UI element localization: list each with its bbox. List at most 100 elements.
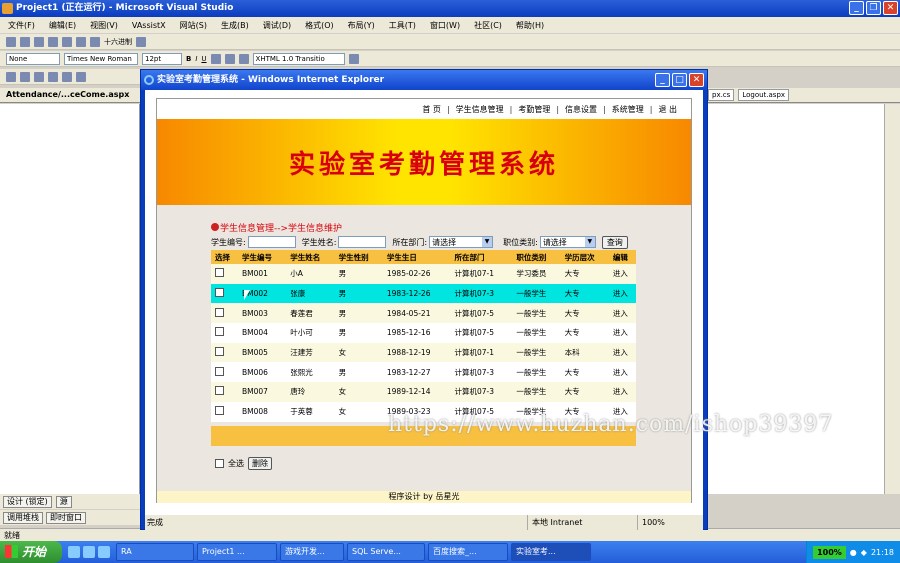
desktop-icon[interactable]	[83, 546, 95, 558]
task-game-dev[interactable]: 游戏开发...	[280, 543, 344, 561]
task-baidu[interactable]: 百度搜索_...	[428, 543, 508, 561]
menu-layout[interactable]: 布局(Y)	[348, 20, 375, 31]
source-tab[interactable]: 源	[55, 495, 72, 508]
tab-cs-file[interactable]: px.cs	[708, 89, 735, 101]
underline-icon[interactable]: U	[201, 55, 206, 63]
nav-settings[interactable]: 信息设置	[565, 104, 597, 115]
breakpoint-icon[interactable]	[136, 36, 146, 47]
edit-link[interactable]: 进入	[608, 362, 636, 383]
doctype-combo[interactable]: XHTML 1.0 Transitio	[252, 52, 345, 65]
row-checkbox[interactable]	[215, 268, 224, 278]
task-project1[interactable]: Project1 ...	[197, 543, 277, 561]
ie-minimize-button[interactable]: _	[655, 73, 670, 87]
zoom-level[interactable]: 100%	[637, 515, 669, 530]
edit-link[interactable]: 进入	[608, 342, 636, 363]
table-row[interactable]: BM003 春莲君男 1984-05-21 计算机07-5 一般学生 大专 进入	[211, 303, 636, 324]
menu-community[interactable]: 社区(C)	[474, 20, 502, 31]
new-project-icon[interactable]	[6, 71, 16, 82]
start-button[interactable]: 开始	[0, 541, 62, 563]
restore-button[interactable]: ❐	[866, 1, 881, 15]
table-row[interactable]: BM001 小A 男 1985-02-26 计算机07-1 学习委员 大专 进入	[211, 264, 636, 284]
menu-view[interactable]: 视图(V)	[90, 20, 118, 31]
row-checkbox[interactable]	[215, 366, 224, 376]
volume-icon[interactable]: ◆	[861, 548, 867, 557]
align-icon[interactable]	[224, 53, 235, 64]
menu-tools[interactable]: 工具(T)	[389, 20, 416, 31]
select-all-checkbox[interactable]	[215, 459, 224, 468]
edit-link[interactable]: 进入	[608, 382, 636, 402]
step-over-icon[interactable]	[76, 36, 86, 47]
list-icon[interactable]	[238, 53, 249, 64]
cut-icon[interactable]	[76, 71, 86, 82]
minimize-button[interactable]: _	[849, 1, 864, 15]
table-row[interactable]: BM005 汪建芳女 1988-12-19 计算机07-1 一般学生 本科 进入	[211, 342, 636, 363]
tab-logout[interactable]: Logout.aspx	[738, 89, 790, 101]
edit-link[interactable]: 进入	[608, 303, 636, 324]
step-out-icon[interactable]	[90, 36, 100, 47]
call-stack-tab[interactable]: 调用堆栈	[3, 511, 43, 524]
media-icon[interactable]	[98, 546, 110, 558]
table-row[interactable]: BM002 张康男 1983-12-26 计算机07-3 一般学生 大专 进入	[211, 283, 636, 304]
dept-select[interactable]: 请选择 ▼	[429, 236, 494, 248]
pause-icon[interactable]	[20, 36, 30, 47]
task-ie-lab[interactable]: 实验室考...	[511, 543, 591, 561]
save-all-icon[interactable]	[62, 71, 72, 82]
row-checkbox[interactable]	[215, 327, 224, 337]
immediate-window-tab[interactable]: 即时窗口	[46, 511, 86, 524]
menu-file[interactable]: 文件(F)	[8, 20, 35, 31]
validate-icon[interactable]	[348, 53, 359, 64]
design-tab[interactable]: 设计 (锁定)	[3, 495, 52, 508]
block-format-combo[interactable]: None	[6, 52, 60, 65]
menu-edit[interactable]: 编辑(E)	[49, 20, 76, 31]
save-icon[interactable]	[48, 71, 58, 82]
menu-website[interactable]: 网站(S)	[180, 20, 207, 31]
add-item-icon[interactable]	[20, 71, 30, 82]
hex-toggle[interactable]: 十六进制	[104, 37, 132, 47]
ie-close-button[interactable]: ✕	[689, 73, 704, 87]
nav-attendance[interactable]: 考勤管理	[518, 104, 550, 115]
font-color-icon[interactable]	[210, 53, 221, 64]
code-editor[interactable]	[0, 104, 140, 494]
step-into-icon[interactable]	[62, 36, 72, 47]
row-checkbox[interactable]	[215, 307, 224, 317]
row-checkbox[interactable]	[215, 288, 224, 298]
menu-build[interactable]: 生成(B)	[221, 20, 249, 31]
restart-icon[interactable]	[48, 36, 58, 47]
ie-maximize-button[interactable]: □	[672, 73, 687, 87]
row-checkbox[interactable]	[215, 406, 224, 416]
edit-link[interactable]: 进入	[608, 283, 636, 304]
network-icon[interactable]: ●	[850, 548, 857, 557]
table-row[interactable]: BM004 叶小可男 1985-12-16 计算机07-5 一般学生 大专 进入	[211, 323, 636, 343]
battery-indicator[interactable]: 100%	[813, 545, 846, 559]
nav-student-info[interactable]: 学生信息管理	[456, 104, 504, 115]
position-select[interactable]: 请选择 ▼	[539, 236, 596, 248]
menu-format[interactable]: 格式(O)	[305, 20, 334, 31]
table-row[interactable]: BM007 唐玲女 1989-12-14 计算机07-3 一般学生 大专 进入	[211, 382, 636, 402]
close-button[interactable]: ✕	[883, 1, 898, 15]
row-checkbox[interactable]	[215, 386, 224, 396]
menu-vassistx[interactable]: VAssistX	[132, 21, 166, 30]
table-row[interactable]: BM006 张熙光男 1983-12-27 计算机07-3 一般学生 大专 进入	[211, 362, 636, 383]
query-button[interactable]: 查询	[601, 235, 628, 249]
menu-help[interactable]: 帮助(H)	[516, 20, 544, 31]
edit-link[interactable]: 进入	[608, 323, 636, 343]
font-name-combo[interactable]: Times New Roman	[64, 52, 138, 65]
font-size-combo[interactable]: 12pt	[142, 52, 182, 65]
nav-home[interactable]: 首 页	[422, 104, 441, 115]
italic-icon[interactable]: I	[195, 55, 197, 63]
task-folder[interactable]: RA	[116, 543, 194, 561]
menu-debug[interactable]: 调试(D)	[263, 20, 291, 31]
document-tab[interactable]: Attendance/...ceCome.aspx	[0, 88, 140, 103]
row-checkbox[interactable]	[215, 347, 224, 357]
ie-launch-icon[interactable]	[68, 546, 80, 558]
bold-icon[interactable]: B	[186, 55, 191, 63]
open-icon[interactable]	[34, 71, 44, 82]
student-name-input[interactable]	[338, 236, 387, 248]
student-id-input[interactable]	[247, 236, 296, 248]
delete-button[interactable]: 删除	[248, 457, 272, 470]
task-sql-server[interactable]: SQL Serve...	[347, 543, 425, 561]
edit-link[interactable]: 进入	[608, 264, 636, 284]
nav-logout[interactable]: 退 出	[658, 104, 677, 115]
continue-icon[interactable]	[6, 36, 16, 47]
menu-window[interactable]: 窗口(W)	[430, 20, 460, 31]
